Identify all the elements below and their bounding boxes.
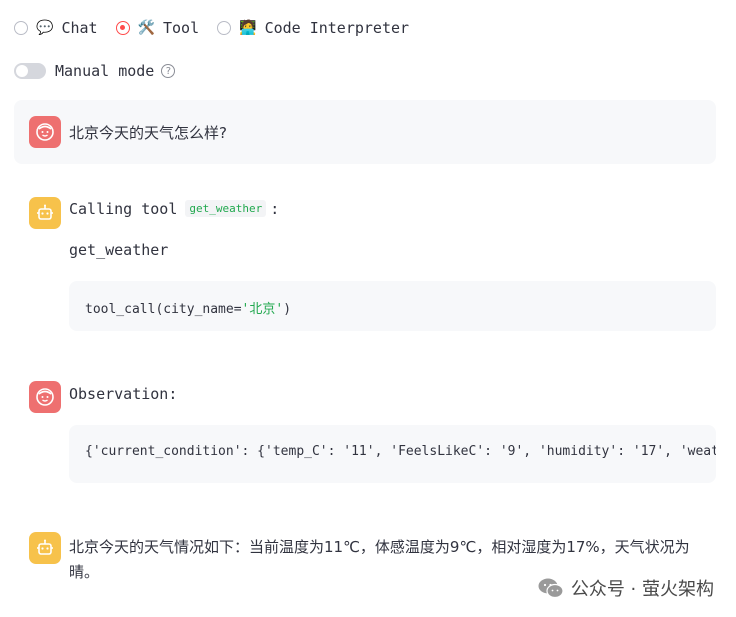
observation-text: {'current_condition': {'temp_C': '11', '…: [85, 444, 716, 459]
mode-option-tool[interactable]: 🛠️ Tool: [115, 19, 200, 37]
watermark-text: 公众号 · 萤火架构: [570, 579, 714, 600]
tools-icon: 🛠️: [137, 20, 155, 36]
manual-mode-row: Manual mode ?: [14, 62, 176, 80]
tool-call-code-block: tool_call(city_name='北京'): [69, 281, 716, 331]
radio-tool[interactable]: [115, 21, 130, 35]
tool-call-heading: Calling tool get_weather:: [69, 200, 279, 218]
user-avatar-icon: [29, 116, 61, 148]
wechat-icon: [538, 578, 564, 599]
tool-name: get_weather: [69, 241, 169, 259]
mode-label-tool: Tool: [163, 19, 200, 37]
bot-avatar-icon: [29, 197, 61, 229]
mode-option-code-interpreter[interactable]: 🧑‍💻 Code Interpreter: [217, 19, 409, 37]
tool-call-heading-text: Calling tool: [69, 200, 178, 218]
watermark: 公众号 · 萤火架构: [537, 575, 714, 601]
code-argument: '北京': [241, 302, 284, 317]
answer-bot-avatar-icon: [29, 532, 61, 564]
observation-heading: Observation:: [69, 385, 178, 403]
help-icon[interactable]: ?: [161, 64, 176, 78]
mode-label-code-interpreter: Code Interpreter: [264, 19, 410, 37]
code-function: tool_call(city_name=: [85, 302, 242, 317]
technologist-icon: 🧑‍💻: [239, 20, 257, 36]
user-message-text: 北京今天的天气怎么样?: [69, 124, 227, 142]
code-close: ): [283, 302, 292, 317]
mode-option-chat[interactable]: 💬 Chat: [14, 19, 98, 37]
tool-call-colon: :: [270, 200, 280, 218]
manual-mode-label: Manual mode: [55, 62, 155, 80]
mode-radio-group: 💬 Chat 🛠️ Tool 🧑‍💻 Code Interpreter: [14, 19, 427, 37]
radio-code-interpreter[interactable]: [217, 21, 232, 35]
user-message: 北京今天的天气怎么样?: [14, 100, 716, 164]
radio-chat[interactable]: [14, 21, 28, 35]
observation-avatar-icon: [29, 381, 61, 413]
manual-mode-toggle[interactable]: [14, 63, 46, 79]
tool-name-tag: get_weather: [185, 200, 267, 217]
mode-label-chat: Chat: [61, 19, 98, 37]
observation-code-block[interactable]: {'current_condition': {'temp_C': '11', '…: [69, 425, 716, 483]
speech-bubble-icon: 💬: [36, 20, 54, 36]
